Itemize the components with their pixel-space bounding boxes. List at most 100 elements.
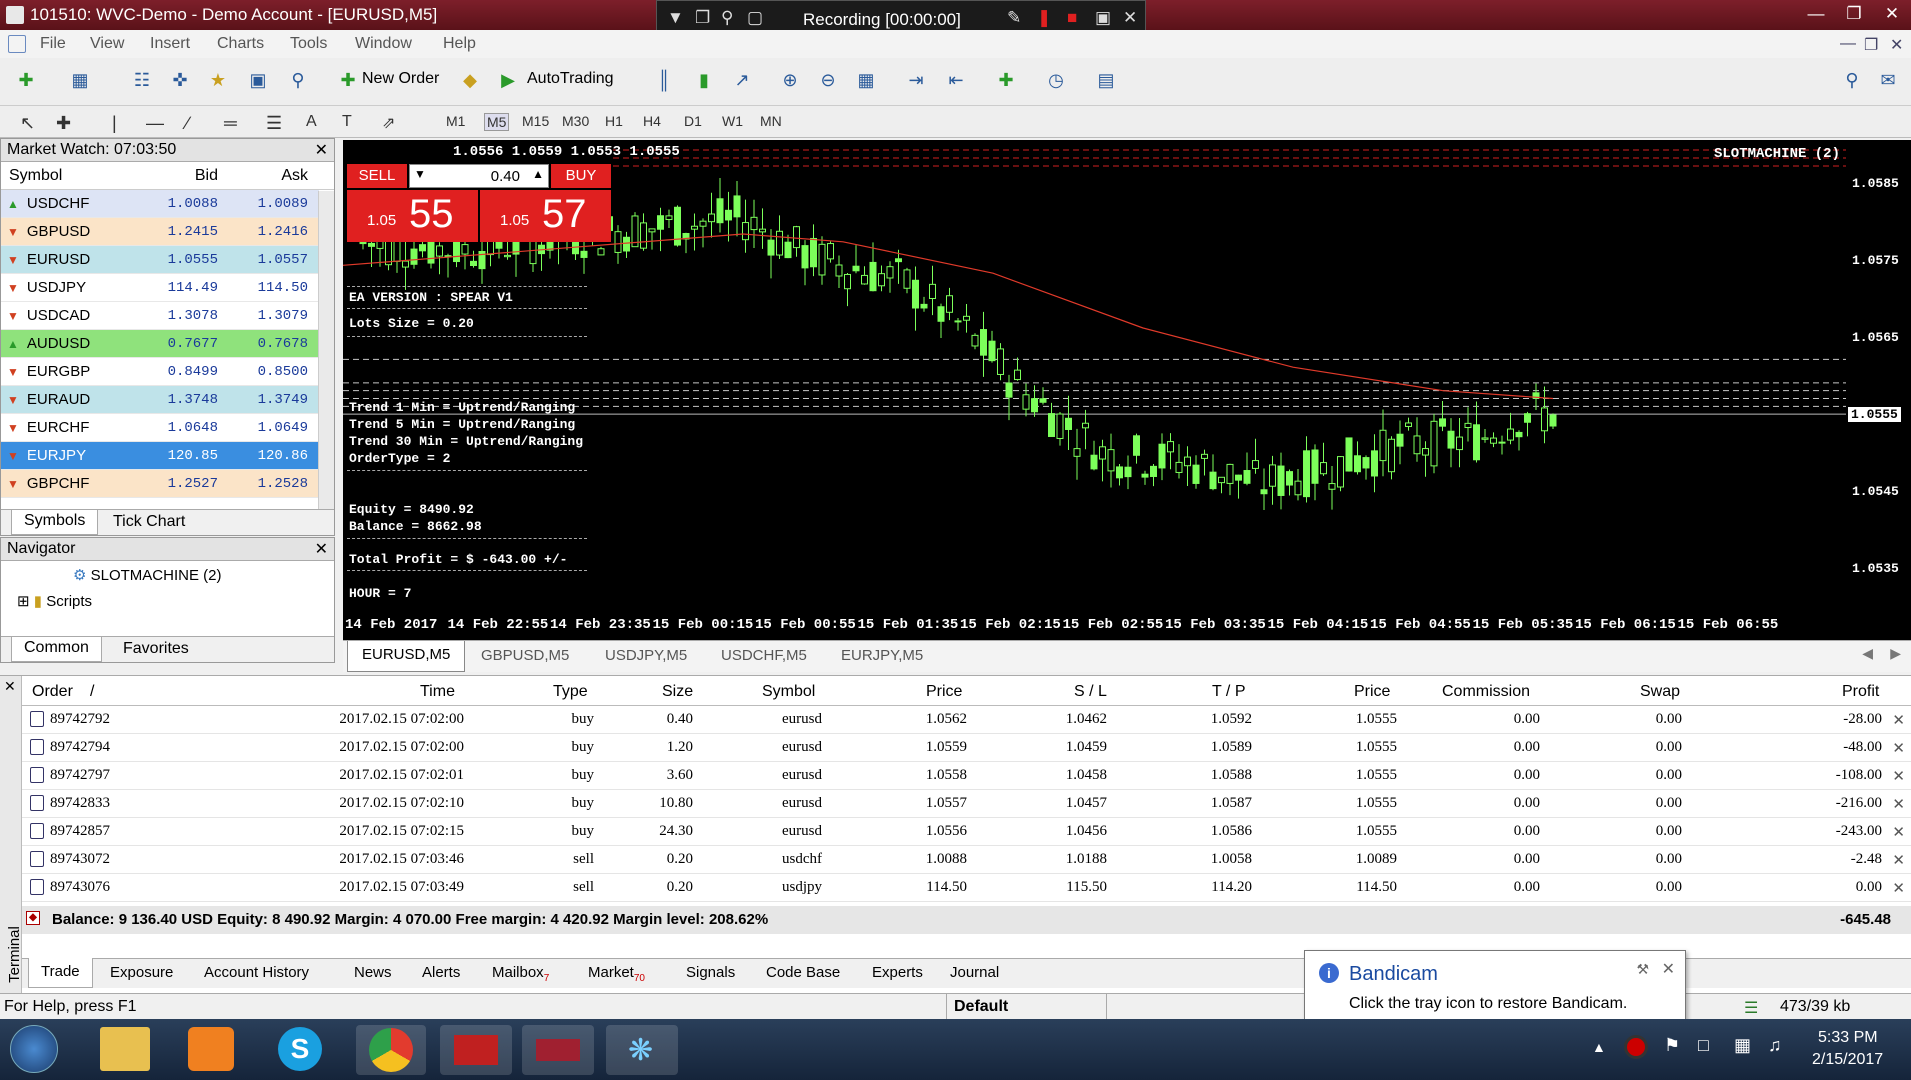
volume-icon[interactable]: ♫	[1768, 1035, 1782, 1056]
timeframe-m15[interactable]: M15	[522, 113, 549, 129]
order-row[interactable]: 89742857 2017.02.15 07:02:15 buy 24.30 eurus…	[22, 818, 1911, 846]
pause-icon[interactable]: ❚	[1037, 8, 1051, 28]
buy-label[interactable]: BUY	[551, 164, 611, 188]
indicators-icon[interactable]: ✚	[992, 66, 1020, 94]
tab-trade[interactable]: Trade	[28, 958, 93, 988]
minimize-button[interactable]: —	[1797, 0, 1835, 30]
order-row[interactable]: 89742797 2017.02.15 07:02:01 buy 3.60 eurusd…	[22, 762, 1911, 790]
menu-view[interactable]: View	[90, 35, 124, 53]
search-icon[interactable]: ⚲	[1838, 66, 1866, 94]
column-time[interactable]: Time	[420, 683, 455, 701]
sell-button[interactable]: 1.05 55	[347, 190, 478, 242]
menu-window[interactable]: Window	[355, 35, 412, 53]
fxim-task[interactable]	[522, 1025, 594, 1075]
close-order-icon[interactable]: ✕	[1892, 823, 1905, 842]
sort-icon[interactable]: /	[90, 683, 94, 701]
tab-common[interactable]: Common	[11, 637, 102, 662]
autotrading-button[interactable]: AutoTrading	[527, 70, 614, 88]
fibonacci-icon[interactable]: ☰	[266, 113, 282, 134]
tab-usdchf-m5[interactable]: USDCHF,M5	[721, 647, 807, 664]
mdi-restore-icon[interactable]: ❐	[1864, 35, 1878, 55]
menu-help[interactable]: Help	[443, 35, 476, 53]
tab-favorites[interactable]: Favorites	[123, 640, 189, 658]
dropdown-icon[interactable]: ▼	[667, 8, 684, 28]
order-row[interactable]: 89742792 2017.02.15 07:02:00 buy 0.40 eurusd…	[22, 706, 1911, 734]
line-chart-icon[interactable]: ↗	[728, 66, 756, 94]
close-order-icon[interactable]: ✕	[1892, 711, 1905, 730]
bandicam-tray-icon[interactable]	[1624, 1035, 1648, 1059]
power-icon[interactable]: □	[1698, 1035, 1709, 1056]
strategy-tester-icon[interactable]: ⚲	[284, 66, 312, 94]
market-watch-row[interactable]: ▼ EURUSD 1.0555 1.0557	[1, 246, 319, 274]
market-watch-row[interactable]: ▲ AUDUSD 0.7677 0.7678	[1, 330, 319, 358]
text-label-icon[interactable]: T	[342, 113, 352, 131]
market-watch-row[interactable]: ▼ EURJPY 120.85 120.86	[1, 442, 319, 470]
periods-icon[interactable]: ◷	[1042, 66, 1070, 94]
market-watch-icon[interactable]: ☷	[128, 66, 156, 94]
scroll-left-icon[interactable]: ◀	[1862, 645, 1873, 662]
menu-insert[interactable]: Insert	[150, 35, 190, 53]
buy-button[interactable]: 1.05 57	[480, 190, 611, 242]
close-icon[interactable]: ✕	[315, 539, 328, 559]
market-watch-row[interactable]: ▼ EURCHF 1.0648 1.0649	[1, 414, 319, 442]
explorer-icon[interactable]	[100, 1027, 150, 1071]
market-watch-row[interactable]: ▼ GBPCHF 1.2527 1.2528	[1, 470, 319, 498]
market-watch-row[interactable]: ▼ USDJPY 114.49 114.50	[1, 274, 319, 302]
scroll-right-icon[interactable]: ▶	[1890, 645, 1901, 662]
chrome-task[interactable]	[356, 1025, 426, 1075]
close-button[interactable]: ✕	[1873, 0, 1911, 30]
tab-eurusd-m5[interactable]: EURUSD,M5	[347, 641, 466, 672]
window-icon[interactable]: ❐	[695, 8, 710, 28]
tab-exposure[interactable]: Exposure	[110, 964, 173, 981]
lot-up-icon[interactable]: ▲	[532, 167, 544, 181]
close-order-icon[interactable]: ✕	[1892, 739, 1905, 758]
column-price[interactable]: Price	[926, 683, 962, 701]
profile-name[interactable]: Default	[954, 998, 1008, 1016]
atom-task[interactable]: ❋	[606, 1025, 678, 1075]
clock-time[interactable]: 5:33 PM	[1818, 1029, 1878, 1047]
bar-chart-icon[interactable]: ║	[650, 66, 678, 94]
crosshair-icon[interactable]: ✚	[56, 113, 71, 134]
chart-shift-icon[interactable]: ⇥	[902, 66, 930, 94]
order-row[interactable]: 89742794 2017.02.15 07:02:00 buy 1.20 eurusd…	[22, 734, 1911, 762]
network-icon[interactable]: ▦	[1734, 1035, 1751, 1056]
close-order-icon[interactable]: ✕	[1892, 879, 1905, 898]
price-chart[interactable]: 1.0556 1.0559 1.0553 1.0555 SLOTMACHINE …	[343, 140, 1846, 610]
menu-charts[interactable]: Charts	[217, 35, 264, 53]
flag-icon[interactable]: ⚑	[1664, 1035, 1680, 1056]
navigator-item-scripts[interactable]: ⊞ ▮ Scripts	[17, 592, 92, 610]
column-commission[interactable]: Commission	[1442, 683, 1530, 701]
channel-icon[interactable]: ═	[224, 113, 237, 134]
tab-signals[interactable]: Signals	[686, 964, 735, 981]
column-current-price[interactable]: Price	[1354, 683, 1390, 701]
sell-label[interactable]: SELL	[347, 164, 407, 188]
templates-icon[interactable]: ▤	[1092, 66, 1120, 94]
lot-down-icon[interactable]: ▼	[414, 167, 426, 181]
lot-input[interactable]: ▼ 0.40 ▲	[409, 164, 549, 188]
tab-account-history[interactable]: Account History	[204, 964, 309, 981]
clock-date[interactable]: 2/15/2017	[1812, 1051, 1883, 1069]
text-icon[interactable]: A	[306, 113, 317, 131]
tab-journal[interactable]: Journal	[950, 964, 999, 981]
column-profit[interactable]: Profit	[1842, 683, 1879, 701]
close-icon[interactable]: ✕	[1123, 8, 1137, 28]
metaeditor-icon[interactable]: ◆	[456, 66, 484, 94]
tab-gbpusd-m5[interactable]: GBPUSD,M5	[481, 647, 569, 664]
close-order-icon[interactable]: ✕	[1892, 767, 1905, 786]
uc-browser-icon[interactable]	[188, 1027, 234, 1071]
autoscroll-icon[interactable]: ⇤	[942, 66, 970, 94]
order-row[interactable]: 89743076 2017.02.15 07:03:49 sell 0.20 usdjp…	[22, 874, 1911, 902]
zoom-out-icon[interactable]: ⊖	[814, 66, 842, 94]
column-symbol[interactable]: Symbol	[762, 683, 815, 701]
column-symbol[interactable]: Symbol	[1, 162, 136, 189]
expand-icon[interactable]: ⊞	[17, 593, 30, 610]
search-icon[interactable]: ⚲	[721, 8, 733, 28]
close-order-icon[interactable]: ✕	[1892, 851, 1905, 870]
mdi-close-icon[interactable]: ✕	[1890, 35, 1903, 55]
column-size[interactable]: Size	[662, 683, 693, 701]
scrollbar[interactable]	[318, 191, 334, 509]
navigator-icon[interactable]: ★	[204, 66, 232, 94]
maximize-button[interactable]: ❐	[1835, 0, 1873, 30]
document-icon[interactable]	[8, 35, 26, 53]
close-order-icon[interactable]: ✕	[1892, 795, 1905, 814]
